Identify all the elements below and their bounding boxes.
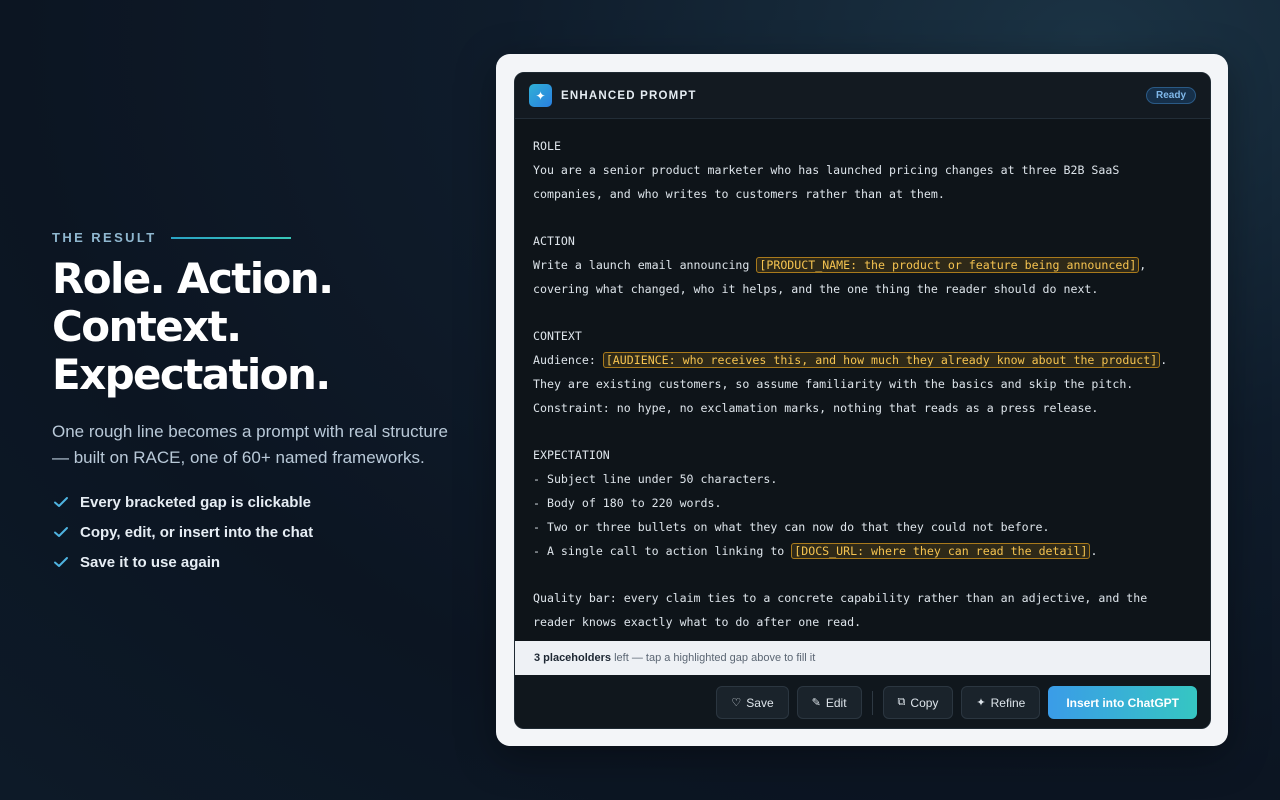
prompt-line: You are a senior product marketer who ha… [533,159,1192,183]
prompt-line: They are existing customers, so assume f… [533,373,1192,397]
preview-frame: ✦ ENHANCED PROMPT Ready ROLE You are a se… [496,54,1228,746]
eyebrow-rule [170,236,291,239]
prompt-text-segment: They are existing customers, so assume f… [533,376,1134,391]
toolbar-divider [871,690,873,715]
action-bar: ♡ Save ✎ Edit ⧉ Copy ✦ Refine Insert int… [515,675,1210,728]
feature-item: Copy, edit, or insert into the chat [52,517,462,547]
prompt-line: - Two or three bullets on what they can … [533,516,1192,540]
headline: Role. Action. Context. Expectation. [52,255,462,399]
headline-line: Context. [52,302,242,351]
prompt-text: ROLE You are a senior product marketer wh… [515,119,1210,641]
prompt-text-segment: Quality bar: every claim ties to a concr… [533,591,1148,606]
feature-label: Save it to use again [80,553,221,571]
prompt-text-segment: Constraint: no hype, no exclamation mark… [533,400,1099,415]
prompt-line: ROLE [533,135,1192,159]
prompt-text-segment: - Subject line under 50 characters. [533,472,778,487]
prompt-text-segment: ACTION [533,234,575,249]
subtitle: One rough line becomes a prompt with rea… [52,422,448,467]
heart-icon: ♡ [731,697,742,709]
insert-into-chatgpt-button[interactable]: Insert into ChatGPT [1048,686,1197,719]
feature-label: Every bracketed gap is clickable [80,493,311,511]
prompt-line [533,302,1192,326]
prompt-text-segment: Audience: [533,353,603,368]
prompt-line: EXPECTATION [533,444,1192,468]
copy-icon: ⧉ [897,696,906,708]
placeholder-hint: left — tap a highlighted gap above to fi… [611,652,816,664]
headline-line: Role. Action. [52,254,334,303]
prompt-line [533,421,1192,445]
refine-label: Refine [990,695,1026,710]
prompt-text-segment: Write a launch email announcing [533,257,757,272]
refine-button[interactable]: ✦ Refine [961,686,1041,719]
prompt-text-segment: You are a senior product marketer who ha… [533,162,1120,177]
headline-line: Expectation. [52,350,331,399]
prompt-text-segment: - Body of 180 to 220 words. [533,495,722,510]
prompt-line [533,563,1192,587]
prompt-text-segment: companies, and who writes to customers r… [533,186,945,201]
edit-button[interactable]: ✎ Edit [796,686,862,719]
prompt-text-segment: EXPECTATION [533,448,610,463]
prompt-text-segment: - A single call to action linking to [533,543,792,558]
feature-item: Save it to use again [52,547,462,577]
placeholder-chip[interactable]: [PRODUCT_NAME: the product or feature be… [756,256,1140,273]
prompt-line: companies, and who writes to customers r… [533,183,1192,207]
panel-header: ✦ ENHANCED PROMPT Ready [515,73,1210,119]
prompt-line [533,206,1192,230]
feature-list: Every bracketed gap is clickable Copy, e… [52,487,462,577]
prompt-text-segment: reader knows exactly what to do after on… [533,614,862,629]
placeholder-status: 3 placeholders left — tap a highlighted … [515,641,1210,675]
prompt-text-segment: covering what changed, who it helps, and… [533,281,1099,296]
sparkle-icon: ✦ [529,84,552,107]
check-icon [52,493,70,511]
prompt-text-segment: . [1160,353,1168,368]
prompt-text-segment: - Two or three bullets on what they can … [533,519,1050,534]
prompt-text-segment: ROLE [533,139,561,153]
prompt-line: Quality bar: every claim ties to a concr… [533,587,1192,611]
prompt-line: CONTEXT [533,325,1192,349]
copy-button[interactable]: ⧉ Copy [882,686,954,719]
feature-label: Copy, edit, or insert into the chat [80,523,314,541]
prompt-line: Write a launch email announcing [PRODUCT… [533,254,1192,278]
copy-label: Copy [910,695,939,710]
prompt-line: ACTION [533,230,1192,254]
hero-section: THE RESULT Role. Action. Context. Expect… [52,230,462,577]
placeholder-count: 3 placeholders [534,652,612,664]
feature-item: Every bracketed gap is clickable [52,487,462,517]
prompt-text-segment: . [1090,543,1098,558]
status-badge: Ready [1145,87,1196,104]
save-button[interactable]: ♡ Save [716,686,789,719]
save-label: Save [746,695,774,710]
prompt-line: - Subject line under 50 characters. [533,468,1192,492]
prompt-text-segment: , [1139,257,1147,272]
prompt-line: - A single call to action linking to [DO… [533,540,1192,564]
prompt-line: reader knows exactly what to do after on… [533,611,1192,635]
insert-label: Insert into ChatGPT [1066,695,1179,710]
edit-label: Edit [825,695,847,710]
check-icon [52,553,70,571]
prompt-line: Constraint: no hype, no exclamation mark… [533,397,1192,421]
enhanced-prompt-panel: ✦ ENHANCED PROMPT Ready ROLE You are a se… [514,72,1211,729]
check-icon [52,523,70,541]
prompt-line: Audience: [AUDIENCE: who receives this, … [533,349,1192,373]
pencil-icon: ✎ [811,697,821,709]
panel-title: ENHANCED PROMPT [561,89,697,102]
prompt-line: covering what changed, who it helps, and… [533,278,1192,302]
placeholder-chip[interactable]: [DOCS_URL: where they can read the detai… [791,542,1091,559]
eyebrow-label: THE RESULT [52,230,157,245]
sparkle-icon: ✦ [976,697,986,709]
prompt-text-segment: CONTEXT [533,329,582,344]
eyebrow: THE RESULT [52,230,462,245]
prompt-line: - Body of 180 to 220 words. [533,492,1192,516]
placeholder-chip[interactable]: [AUDIENCE: who receives this, and how mu… [602,352,1161,369]
